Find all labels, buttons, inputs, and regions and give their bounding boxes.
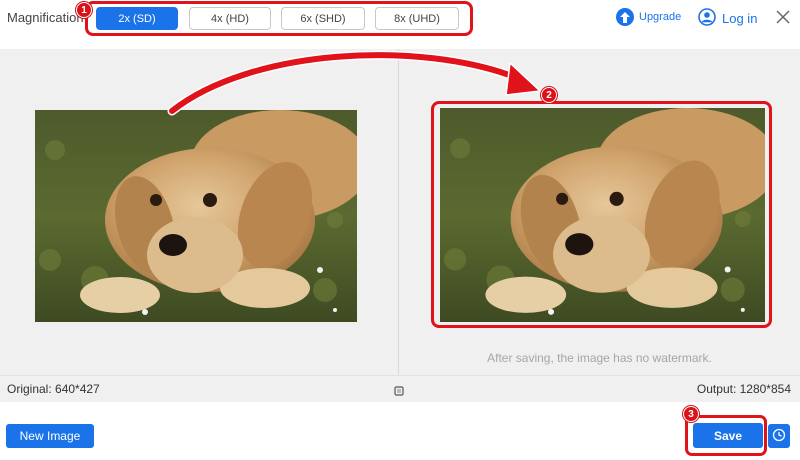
magnification-options-highlight: 2x (SD) 4x (HD) 6x (SHD) 8x (UHD) bbox=[85, 1, 473, 36]
watermark-note: After saving, the image has no watermark… bbox=[487, 351, 712, 365]
upgrade-label: Upgrade bbox=[639, 11, 682, 23]
mag-8x-button[interactable]: 8x (UHD) bbox=[375, 7, 459, 30]
compare-divider bbox=[398, 49, 399, 375]
original-size-label: Original: 640*427 bbox=[7, 382, 100, 396]
toolbar: Magnification 2x (SD) 4x (HD) 6x (SHD) 8… bbox=[0, 0, 800, 36]
magnification-label: Magnification bbox=[7, 10, 84, 25]
mag-2x-button[interactable]: 2x (SD) bbox=[96, 7, 178, 30]
size-info-bar: Original: 640*427 Output: 1280*854 bbox=[0, 375, 800, 402]
output-image bbox=[440, 108, 765, 322]
login-link[interactable]: Log in bbox=[698, 8, 757, 29]
new-image-button[interactable]: New Image bbox=[6, 424, 94, 448]
clock-icon bbox=[772, 428, 786, 445]
step-2-badge: 2 bbox=[541, 87, 557, 103]
save-button[interactable]: Save bbox=[693, 423, 763, 448]
history-button[interactable] bbox=[768, 424, 790, 448]
mag-4x-button[interactable]: 4x (HD) bbox=[189, 7, 271, 30]
upgrade-link[interactable]: Upgrade bbox=[616, 8, 681, 26]
login-label: Log in bbox=[722, 11, 758, 26]
step-3-badge: 3 bbox=[683, 406, 699, 422]
upgrade-arrow-icon bbox=[616, 8, 634, 26]
user-icon bbox=[698, 8, 716, 29]
mag-6x-button[interactable]: 6x (SHD) bbox=[281, 7, 365, 30]
original-image bbox=[35, 110, 357, 322]
compare-square-icon[interactable] bbox=[394, 383, 404, 396]
step-1-badge: 1 bbox=[76, 2, 92, 18]
compare-area: 2 After saving, the image has no waterma… bbox=[0, 49, 800, 375]
output-size-label: Output: 1280*854 bbox=[696, 382, 791, 396]
close-icon[interactable] bbox=[775, 9, 791, 25]
